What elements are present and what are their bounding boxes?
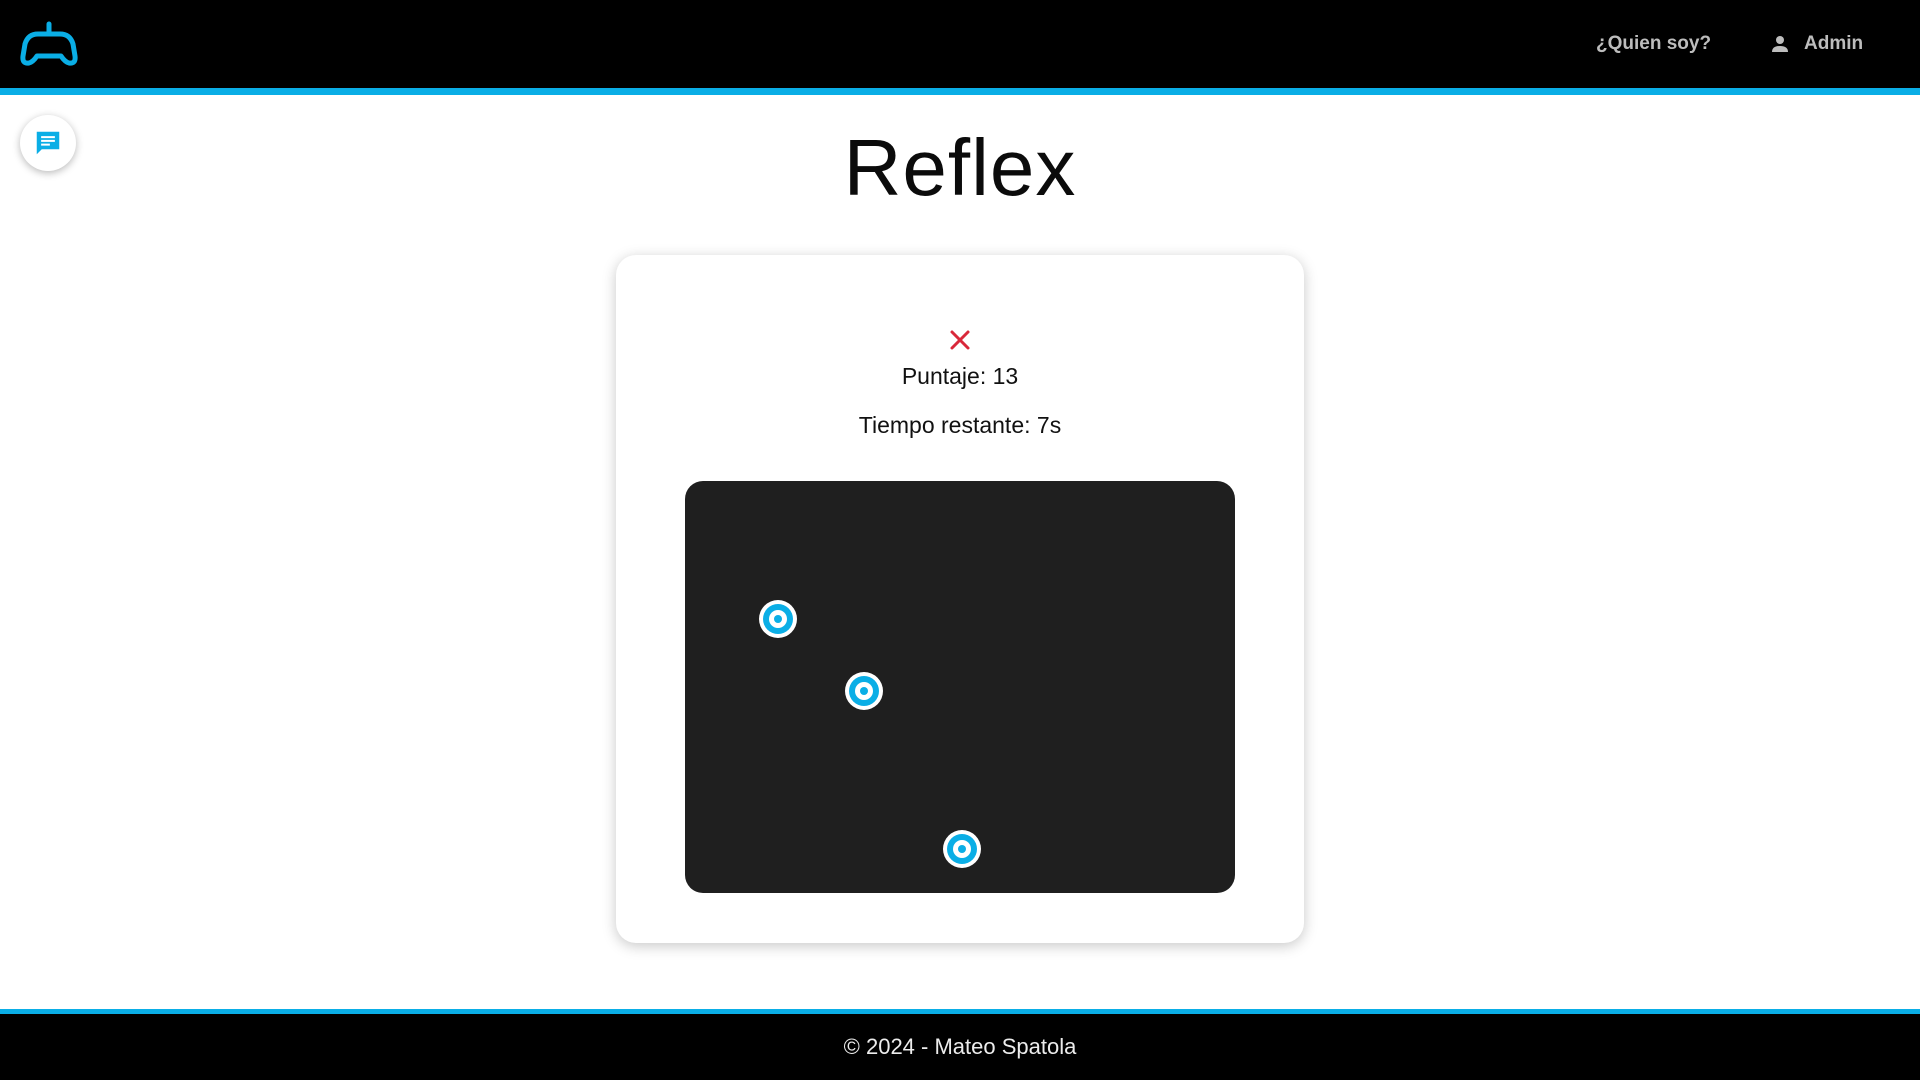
nav-about-label: ¿Quien soy? xyxy=(1596,33,1712,54)
footer: © 2024 - Mateo Spatola xyxy=(0,1014,1920,1080)
navbar-accent-line xyxy=(0,88,1920,95)
nav-admin-label: Admin xyxy=(1804,33,1864,54)
gamepad-icon[interactable] xyxy=(20,20,78,70)
bullseye-target-icon[interactable] xyxy=(844,671,884,711)
person-icon xyxy=(1772,36,1788,52)
time-remaining-text: Tiempo restante: 7s xyxy=(858,412,1062,438)
score-text: Puntaje: 13 xyxy=(901,363,1019,389)
footer-copyright: © 2024 - Mateo Spatola xyxy=(843,1034,1077,1059)
bullseye-target-icon[interactable] xyxy=(942,829,982,869)
bullseye-target-icon[interactable] xyxy=(758,599,798,639)
nav-about[interactable]: ¿Quien soy? xyxy=(1596,0,1711,88)
close-icon[interactable] xyxy=(942,322,978,358)
game-card: Puntaje: 13 Tiempo restante: 7s xyxy=(616,255,1304,943)
top-navbar: ¿Quien soy? Admin xyxy=(0,0,1920,88)
game-arena[interactable] xyxy=(685,481,1235,893)
nav-admin[interactable]: Admin xyxy=(1768,0,1863,88)
page-title: Reflex xyxy=(843,123,1077,212)
